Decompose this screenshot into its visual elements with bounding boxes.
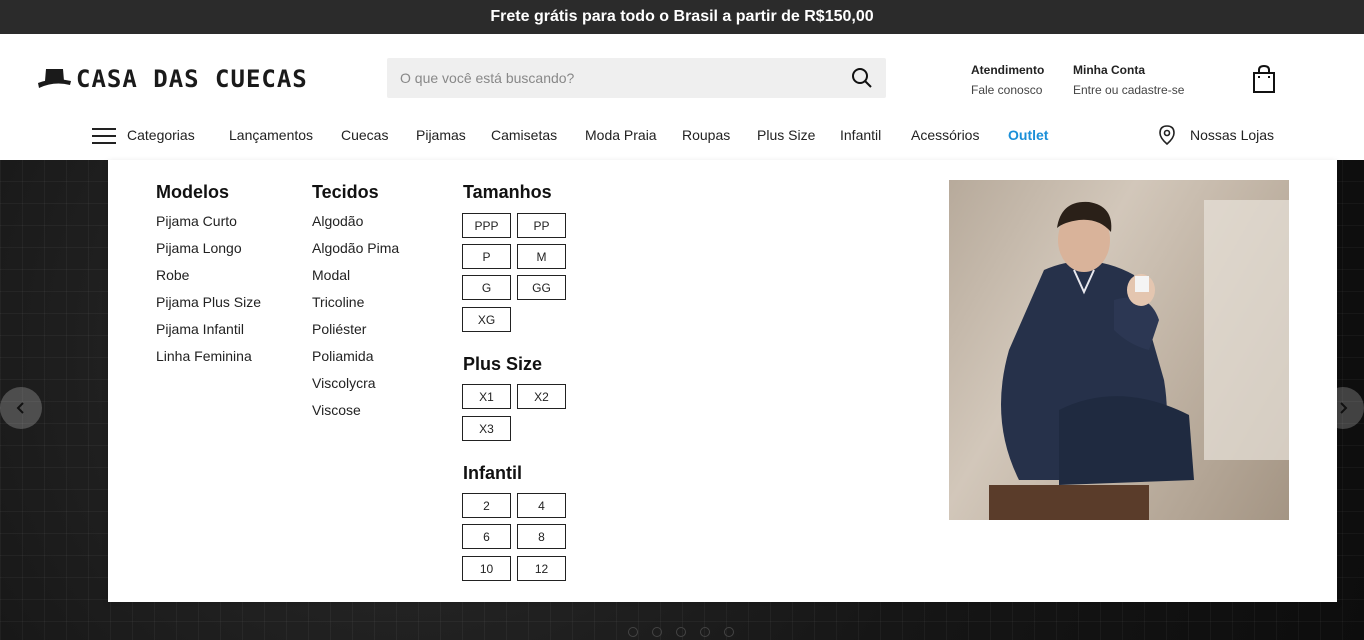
search-button[interactable] — [838, 58, 886, 98]
search-input[interactable] — [387, 58, 838, 98]
menu-link[interactable]: Tricoline — [312, 289, 399, 316]
promo-model-illustration — [989, 200, 1289, 520]
site-header: CASA DAS CUECAS Atendimento Fale conosco… — [0, 34, 1364, 160]
menu-link[interactable]: Robe — [156, 262, 261, 289]
nav-item-outlet[interactable]: Outlet — [1008, 127, 1048, 143]
carousel-dot[interactable] — [676, 627, 686, 637]
size-option-6[interactable]: 6 — [462, 524, 511, 549]
chevron-right-icon — [1340, 402, 1348, 414]
size-option-xg[interactable]: XG — [462, 307, 511, 332]
nav-item-lancamentos[interactable]: Lançamentos — [229, 127, 313, 143]
announcement-bar: Frete grátis para todo o Brasil a partir… — [0, 0, 1364, 34]
stores-link[interactable]: Nossas Lojas — [1158, 125, 1274, 145]
nav-item-roupas[interactable]: Roupas — [682, 127, 730, 143]
size-option-x1[interactable]: X1 — [462, 384, 511, 409]
menu-link[interactable]: Pijama Infantil — [156, 316, 261, 343]
nav-item-cuecas[interactable]: Cuecas — [341, 127, 388, 143]
customer-service-link[interactable]: Atendimento Fale conosco — [971, 60, 1044, 100]
menu-link[interactable]: Pijama Plus Size — [156, 289, 261, 316]
size-option-gg[interactable]: GG — [517, 275, 566, 300]
stores-label: Nossas Lojas — [1190, 127, 1275, 143]
search-icon — [852, 68, 872, 88]
menu-link[interactable]: Linha Feminina — [156, 343, 261, 370]
nav-item-infantil[interactable]: Infantil — [840, 127, 881, 143]
size-option-ppp[interactable]: PPP — [462, 213, 511, 238]
account-title: Minha Conta — [1073, 63, 1145, 77]
menu-link[interactable]: Viscose — [312, 397, 399, 424]
menu-heading-plus-size: Plus Size — [463, 354, 543, 374]
nav-categories[interactable]: Categorias — [127, 127, 195, 143]
size-option-10[interactable]: 10 — [462, 556, 511, 581]
menu-column-tecidos: Tecidos Algodão Algodão Pima Modal Trico… — [312, 182, 399, 424]
size-option-x2[interactable]: X2 — [517, 384, 566, 409]
carousel-prev-button[interactable] — [0, 387, 42, 429]
search-bar — [387, 58, 886, 98]
size-option-g[interactable]: G — [462, 275, 511, 300]
size-option-x3[interactable]: X3 — [462, 416, 511, 441]
menu-link[interactable]: Poliéster — [312, 316, 399, 343]
size-option-pp[interactable]: PP — [517, 213, 566, 238]
carousel-dot[interactable] — [700, 627, 710, 637]
nav-item-camisetas[interactable]: Camisetas — [491, 127, 557, 143]
carousel-dot[interactable] — [652, 627, 662, 637]
menu-link[interactable]: Poliamida — [312, 343, 399, 370]
menu-link[interactable]: Modal — [312, 262, 399, 289]
size-option-m[interactable]: M — [517, 244, 566, 269]
hamburger-menu-icon[interactable] — [92, 126, 116, 146]
menu-link[interactable]: Algodão Pima — [312, 235, 399, 262]
menu-link[interactable]: Pijama Longo — [156, 235, 261, 262]
carousel-dot[interactable] — [724, 627, 734, 637]
size-option-12[interactable]: 12 — [517, 556, 566, 581]
size-option-2[interactable]: 2 — [462, 493, 511, 518]
size-option-4[interactable]: 4 — [517, 493, 566, 518]
promo-image[interactable] — [949, 180, 1289, 520]
size-option-p[interactable]: P — [462, 244, 511, 269]
brand-logo[interactable]: CASA DAS CUECAS — [36, 64, 308, 94]
carousel-dots — [628, 627, 734, 637]
customer-service-subtitle: Fale conosco — [971, 83, 1043, 97]
nav-item-acessorios[interactable]: Acessórios — [911, 127, 979, 143]
mega-menu-dropdown: Modelos Pijama Curto Pijama Longo Robe P… — [108, 160, 1337, 602]
carousel-dot[interactable] — [628, 627, 638, 637]
main-navigation: Categorias Lançamentos Cuecas Pijamas Ca… — [0, 124, 1364, 148]
account-link[interactable]: Minha Conta Entre ou cadastre-se — [1073, 60, 1184, 100]
menu-heading-modelos: Modelos — [156, 182, 230, 202]
hat-logo-icon — [38, 69, 71, 88]
customer-service-title: Atendimento — [971, 63, 1045, 77]
nav-item-moda-praia[interactable]: Moda Praia — [585, 127, 657, 143]
size-option-8[interactable]: 8 — [517, 524, 566, 549]
account-subtitle: Entre ou cadastre-se — [1073, 83, 1185, 97]
menu-heading-infantil: Infantil — [463, 463, 522, 483]
menu-column-modelos: Modelos Pijama Curto Pijama Longo Robe P… — [156, 182, 261, 370]
menu-link[interactable]: Viscolycra — [312, 370, 399, 397]
announcement-text: Frete grátis para todo o Brasil a partir… — [490, 8, 874, 25]
menu-heading-tecidos: Tecidos — [312, 182, 379, 202]
nav-item-pijamas[interactable]: Pijamas — [416, 127, 466, 143]
nav-item-plus-size[interactable]: Plus Size — [757, 127, 815, 143]
map-pin-icon — [1159, 125, 1175, 145]
menu-heading-tamanhos: Tamanhos — [463, 182, 552, 202]
menu-link[interactable]: Pijama Curto — [156, 208, 261, 235]
chevron-left-icon — [16, 402, 24, 414]
menu-link[interactable]: Algodão — [312, 208, 399, 235]
brand-logo-text: CASA DAS CUECAS — [76, 65, 308, 93]
shopping-bag-icon[interactable] — [1250, 64, 1278, 94]
